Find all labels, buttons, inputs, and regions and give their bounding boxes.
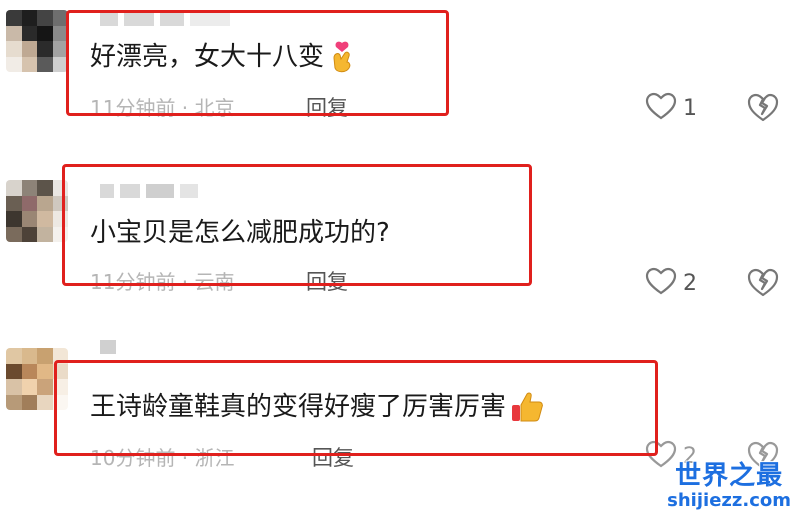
- broken-heart-icon: [746, 93, 780, 126]
- like-button[interactable]: 2: [645, 267, 715, 299]
- watermark-url: shijiezz.com: [667, 490, 791, 511]
- heart-icon: [645, 92, 677, 124]
- avatar[interactable]: [6, 10, 68, 72]
- dislike-button[interactable]: [746, 267, 780, 299]
- watermark-logo: 世界之最 shijiezz.com: [667, 461, 791, 511]
- like-count: 1: [683, 95, 697, 121]
- dislike-button[interactable]: [746, 92, 780, 124]
- heart-icon: [645, 267, 677, 299]
- highlight-box: [62, 164, 532, 286]
- username[interactable]: [100, 338, 116, 356]
- like-button[interactable]: 1: [645, 92, 715, 124]
- avatar[interactable]: [6, 180, 68, 242]
- comment-item: 小宝贝是怎么减肥成功的? 11分钟前 · 云南 回复 2: [0, 150, 799, 310]
- broken-heart-icon: [746, 268, 780, 301]
- highlight-box: [66, 10, 449, 116]
- highlight-box: [54, 360, 658, 456]
- like-count: 2: [683, 270, 697, 296]
- watermark-title: 世界之最: [675, 461, 784, 491]
- comment-item: 好漂亮，女大十八变 11分钟前 · 北京 回复 1: [0, 0, 799, 130]
- comment-item: 王诗龄童鞋真的变得好瘦了厉害厉害 10分钟前 · 浙江 回复 2: [0, 330, 799, 480]
